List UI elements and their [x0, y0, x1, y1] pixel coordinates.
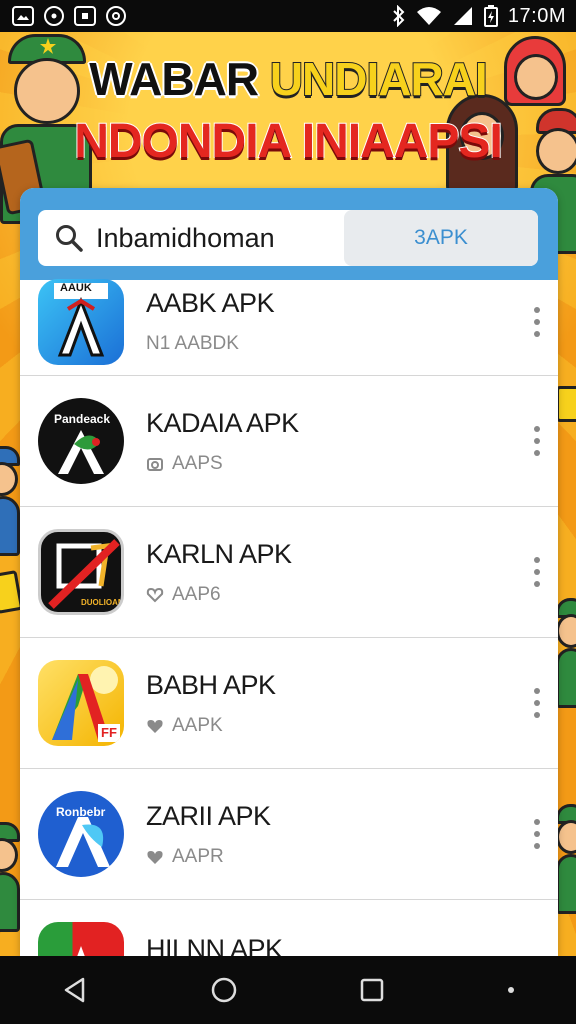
app-icon-aabk[interactable]: AAUK [38, 278, 124, 365]
app-meta: AAPK [146, 715, 276, 737]
status-time: 17:0M [507, 4, 566, 27]
app-name: KADAIA APK [146, 407, 299, 438]
back-icon[interactable] [61, 976, 89, 1004]
app-list-card: 3APK AAUK AABK APK N1 AABDK [20, 188, 558, 956]
cartoon-side-left-1 [0, 446, 22, 556]
camera-icon [147, 457, 163, 471]
app-icon-label: Ronbebr [56, 805, 106, 819]
search-icon[interactable] [54, 223, 84, 253]
search-apk-button[interactable]: 3APK [344, 210, 538, 266]
app-icon-hilnn[interactable] [38, 922, 124, 956]
app-meta: AAPR [146, 846, 271, 868]
app-icon-label: FF [98, 724, 120, 742]
app-meta: AAP6 [146, 584, 292, 606]
app-meta-text: N1 AABDK [146, 333, 239, 354]
image-icon [74, 6, 96, 26]
app-meta-text: AAP6 [172, 583, 221, 605]
app-name: ZARII APK [146, 800, 271, 831]
cartoon-side-right-2 [556, 804, 576, 914]
cartoon-side-left-2 [0, 822, 22, 932]
cartoon-box-right [556, 386, 576, 422]
signal-icon [453, 7, 472, 25]
status-bar: 17:0M [0, 0, 576, 32]
list-item[interactable]: DUOLIOAN KARLN APK AAP6 [20, 507, 558, 638]
cartoon-side-right-1 [556, 598, 576, 708]
app-text: KARLN APK AAP6 [146, 539, 292, 606]
more-options-icon[interactable] [532, 426, 542, 456]
bluetooth-icon [393, 5, 405, 27]
status-bar-right: 17:0M [392, 5, 566, 28]
app-icon-karln[interactable]: DUOLIOAN [38, 529, 124, 615]
app-meta-text: AAPS [172, 452, 223, 474]
banner-title: WABAR UNDIARAI NDONDIA INIAAPSI [0, 52, 576, 169]
search-bar: 3APK [38, 210, 538, 266]
list-item[interactable]: AAUK AABK APK N1 AABDK [20, 268, 558, 376]
settings-ring-icon [106, 6, 126, 26]
navigation-bar [0, 956, 576, 1024]
banner-title-line-2: NDONDIA INIAAPSI [73, 114, 504, 169]
list-item[interactable]: Ronbebr ZARII APK AAPR [20, 769, 558, 900]
app-icon-label: DUOLIOAN [81, 598, 124, 607]
gallery-icon [12, 6, 34, 26]
app-text: ZARII APK AAPR [146, 801, 271, 868]
home-icon[interactable] [210, 976, 238, 1004]
battery-icon [483, 5, 498, 27]
app-text: AABK APK N1 AABDK [146, 288, 275, 355]
heart-icon [147, 850, 163, 864]
status-bar-left [12, 6, 126, 26]
more-options-icon[interactable] [532, 306, 542, 337]
banner-title-yellow: UNDIARAI [269, 52, 489, 106]
app-meta-text: AAPK [172, 714, 223, 736]
app-name: HILNN APK [146, 934, 283, 956]
app-icon-babh[interactable]: FF [38, 660, 124, 746]
app-text: HILNN APK [146, 934, 283, 956]
list-item[interactable]: Pandeack KADAIA APK AAPS [20, 376, 558, 507]
app-icon-kadaia[interactable]: Pandeack [38, 398, 124, 484]
more-options-icon[interactable] [532, 557, 542, 587]
dot-icon [507, 987, 514, 993]
app-name: AABK APK [146, 288, 275, 318]
app-text: BABH APK AAPK [146, 670, 276, 737]
app-name: KARLN APK [146, 538, 292, 569]
wifi-icon [416, 7, 441, 25]
target-icon [44, 6, 64, 26]
banner-title-line-1: WABAR UNDIARAI [88, 52, 489, 106]
app-meta: N1 AABDK [146, 333, 274, 355]
app-meta-text: AAPR [172, 845, 224, 867]
app-name: BABH APK [146, 669, 276, 700]
more-options-icon[interactable] [532, 819, 542, 849]
app-icon-zarii[interactable]: Ronbebr [38, 791, 124, 877]
app-text: KADAIA APK AAPS [146, 408, 299, 475]
heart-outline-icon [146, 587, 164, 602]
app-icon-label: AAUK [60, 281, 92, 294]
list-item[interactable]: HILNN APK [20, 900, 558, 956]
search-area: 3APK [20, 188, 558, 280]
app-icon-label: Pandeack [54, 412, 111, 426]
app-list: AAUK AABK APK N1 AABDK Pandeack KADAIA A… [20, 268, 558, 956]
list-item[interactable]: FF BABH APK AAPK [20, 638, 558, 769]
heart-icon [147, 719, 163, 733]
more-options-icon[interactable] [532, 688, 542, 718]
app-meta: AAPS [146, 453, 299, 475]
search-input[interactable] [96, 222, 336, 254]
recents-icon[interactable] [359, 977, 385, 1003]
banner-title-black: WABAR [88, 52, 270, 106]
